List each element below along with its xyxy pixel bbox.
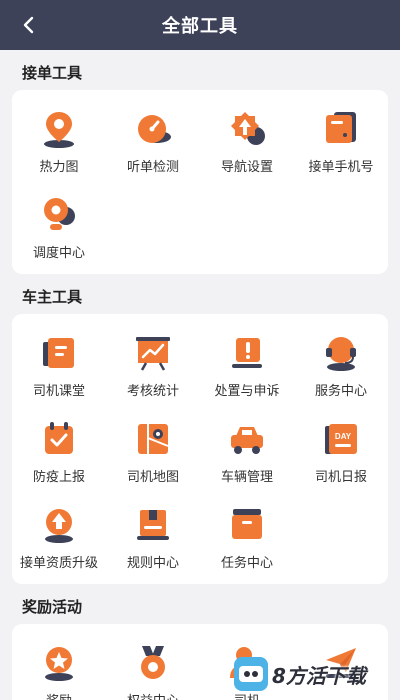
tool-navigation-settings[interactable]: 导航设置	[200, 98, 294, 184]
medal-icon	[141, 646, 165, 679]
section-title-rewards: 奖励活动	[22, 598, 83, 616]
section-title-owner-tools: 车主工具	[22, 288, 83, 306]
stats-board-icon	[136, 337, 170, 371]
section-card-order-tools: 热力图 听单检测 导航设置 接单手机号 调度中心	[12, 90, 388, 274]
tool-label: 接单资质升级	[19, 556, 98, 571]
headset-icon	[326, 337, 356, 371]
tool-heatmap[interactable]: 热力图	[12, 98, 106, 184]
tool-label: 权益中心	[127, 690, 179, 700]
tool-label: 热力图	[39, 160, 79, 175]
tool-listen-check[interactable]: 听单检测	[106, 98, 200, 184]
tool-reward[interactable]: 奖励	[12, 632, 106, 700]
tool-label: 司机课堂	[32, 384, 85, 399]
tool-dispatch-center[interactable]: 调度中心	[12, 184, 106, 270]
tool-label: 司机地图	[126, 470, 179, 485]
tool-service-center[interactable]: 服务中心	[294, 322, 388, 408]
tool-label: 听单检测	[126, 160, 179, 175]
phone-card-icon	[326, 112, 356, 143]
section-card-owner-tools: 司机课堂 考核统计 处置与申诉 服务中心 防疫上报 司机地图 车辆管理 DAY …	[12, 314, 388, 584]
alert-flag-icon	[232, 338, 262, 368]
back-arrow-icon	[23, 16, 34, 34]
tool-driver-daily[interactable]: DAY 司机日报	[294, 408, 388, 494]
tool-disposal-appeal[interactable]: 处置与申诉	[200, 322, 294, 408]
upgrade-badge-icon	[45, 509, 73, 543]
gauge-icon	[138, 115, 171, 143]
watermark: 8方活下载	[234, 654, 394, 694]
driver-map-icon	[138, 424, 169, 454]
tool-qualification-upgrade[interactable]: 接单资质升级	[12, 494, 106, 580]
tool-assessment-stats[interactable]: 考核统计	[106, 322, 200, 408]
epidemic-check-icon	[45, 422, 73, 454]
car-icon	[231, 427, 263, 454]
tool-driver-map[interactable]: 司机地图	[106, 408, 200, 494]
tool-label: 司机日报	[314, 470, 367, 485]
tool-label: 考核统计	[126, 384, 179, 399]
tool-task-center[interactable]: 任务中心	[200, 494, 294, 580]
dispatch-pin-icon	[44, 198, 75, 230]
tool-label: 任务中心	[220, 556, 273, 571]
reward-star-icon	[45, 647, 73, 681]
tool-label: 服务中心	[314, 384, 367, 399]
tool-label: 处置与申诉	[214, 384, 280, 399]
tool-label: 调度中心	[32, 246, 85, 261]
tool-label: 接单手机号	[308, 160, 374, 175]
tool-label: 防疫上报	[32, 470, 85, 485]
tool-rules-center[interactable]: 规则中心	[106, 494, 200, 580]
classroom-book-icon	[43, 338, 74, 368]
svg-text:DAY: DAY	[335, 432, 352, 441]
app-header: 全部工具	[0, 0, 400, 50]
section-title-order-tools: 接单工具	[22, 64, 83, 82]
tool-label: 导航设置	[220, 160, 273, 175]
tool-vehicle-management[interactable]: 车辆管理	[200, 408, 294, 494]
daily-calendar-icon: DAY	[325, 424, 357, 454]
watermark-logo-icon	[234, 657, 268, 691]
tool-benefits-center[interactable]: 权益中心	[106, 632, 200, 700]
tool-driver-classroom[interactable]: 司机课堂	[12, 322, 106, 408]
navigation-gear-icon	[231, 112, 265, 145]
watermark-text: 8方活下载	[272, 663, 366, 688]
page-title: 全部工具	[162, 16, 238, 37]
back-button[interactable]	[16, 12, 42, 38]
heatmap-pin-icon	[44, 112, 74, 148]
task-folder-icon	[232, 509, 262, 539]
rules-box-icon	[137, 510, 169, 540]
tool-order-phone[interactable]: 接单手机号	[294, 98, 388, 184]
tool-label: 车辆管理	[220, 470, 273, 485]
tool-label: 奖励	[46, 690, 72, 700]
tool-label: 规则中心	[126, 556, 179, 571]
tool-epidemic-report[interactable]: 防疫上报	[12, 408, 106, 494]
